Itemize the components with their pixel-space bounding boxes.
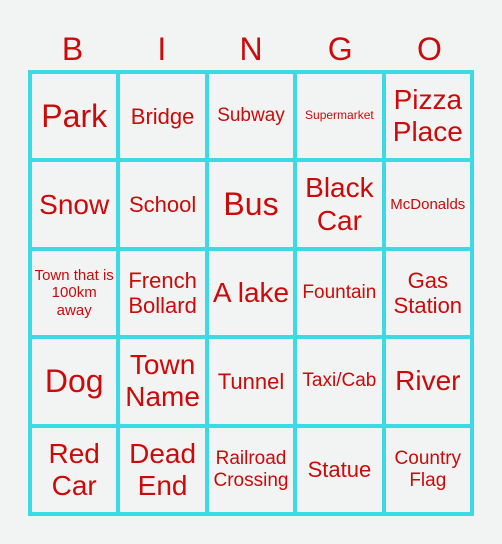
bingo-header: B I N G O [28, 28, 474, 70]
bingo-cell[interactable]: School [120, 162, 205, 247]
bingo-cell[interactable]: Taxi/Cab [297, 339, 382, 424]
bingo-cell[interactable]: A lake [208, 250, 294, 336]
bingo-cell[interactable]: Dog [32, 339, 117, 424]
bingo-cell[interactable]: Bus [208, 162, 294, 247]
header-letter-n: N [239, 31, 263, 67]
header-letter-o: O [416, 31, 442, 67]
header-letter-g: G [327, 31, 353, 67]
bingo-cell[interactable]: Statue [297, 427, 382, 512]
bingo-cell[interactable]: Tunnel [208, 339, 294, 424]
bingo-cell[interactable]: Supermarket [297, 74, 382, 159]
bingo-cell[interactable]: Pizza Place [385, 74, 470, 159]
bingo-cell[interactable]: Subway [208, 74, 294, 159]
bingo-cell[interactable]: River [385, 339, 470, 424]
header-letter-i: I [157, 31, 167, 67]
bingo-cell[interactable]: Snow [32, 162, 117, 247]
bingo-cell[interactable]: Park [32, 74, 117, 159]
bingo-cell[interactable]: Railroad Crossing [208, 427, 294, 512]
header-letter-b: B [61, 31, 84, 67]
bingo-cell[interactable]: Black Car [297, 162, 382, 247]
bingo-cell[interactable]: Dead End [120, 427, 205, 512]
bingo-cell[interactable]: French Bollard [120, 250, 205, 336]
bingo-board: Park Bridge Subway Supermarket Pizza Place Sn… [28, 70, 474, 516]
bingo-cell[interactable]: Town that is 100km away [32, 250, 117, 336]
bingo-cell[interactable]: McDonalds [385, 162, 470, 247]
bingo-cell[interactable]: Town Name [120, 339, 205, 424]
bingo-cell[interactable]: Red Car [32, 427, 117, 512]
bingo-cell[interactable]: Country Flag [385, 427, 470, 512]
bingo-cell[interactable]: Fountain [297, 250, 382, 336]
bingo-cell[interactable]: Bridge [120, 74, 205, 159]
bingo-cell[interactable]: Gas Station [385, 250, 470, 336]
